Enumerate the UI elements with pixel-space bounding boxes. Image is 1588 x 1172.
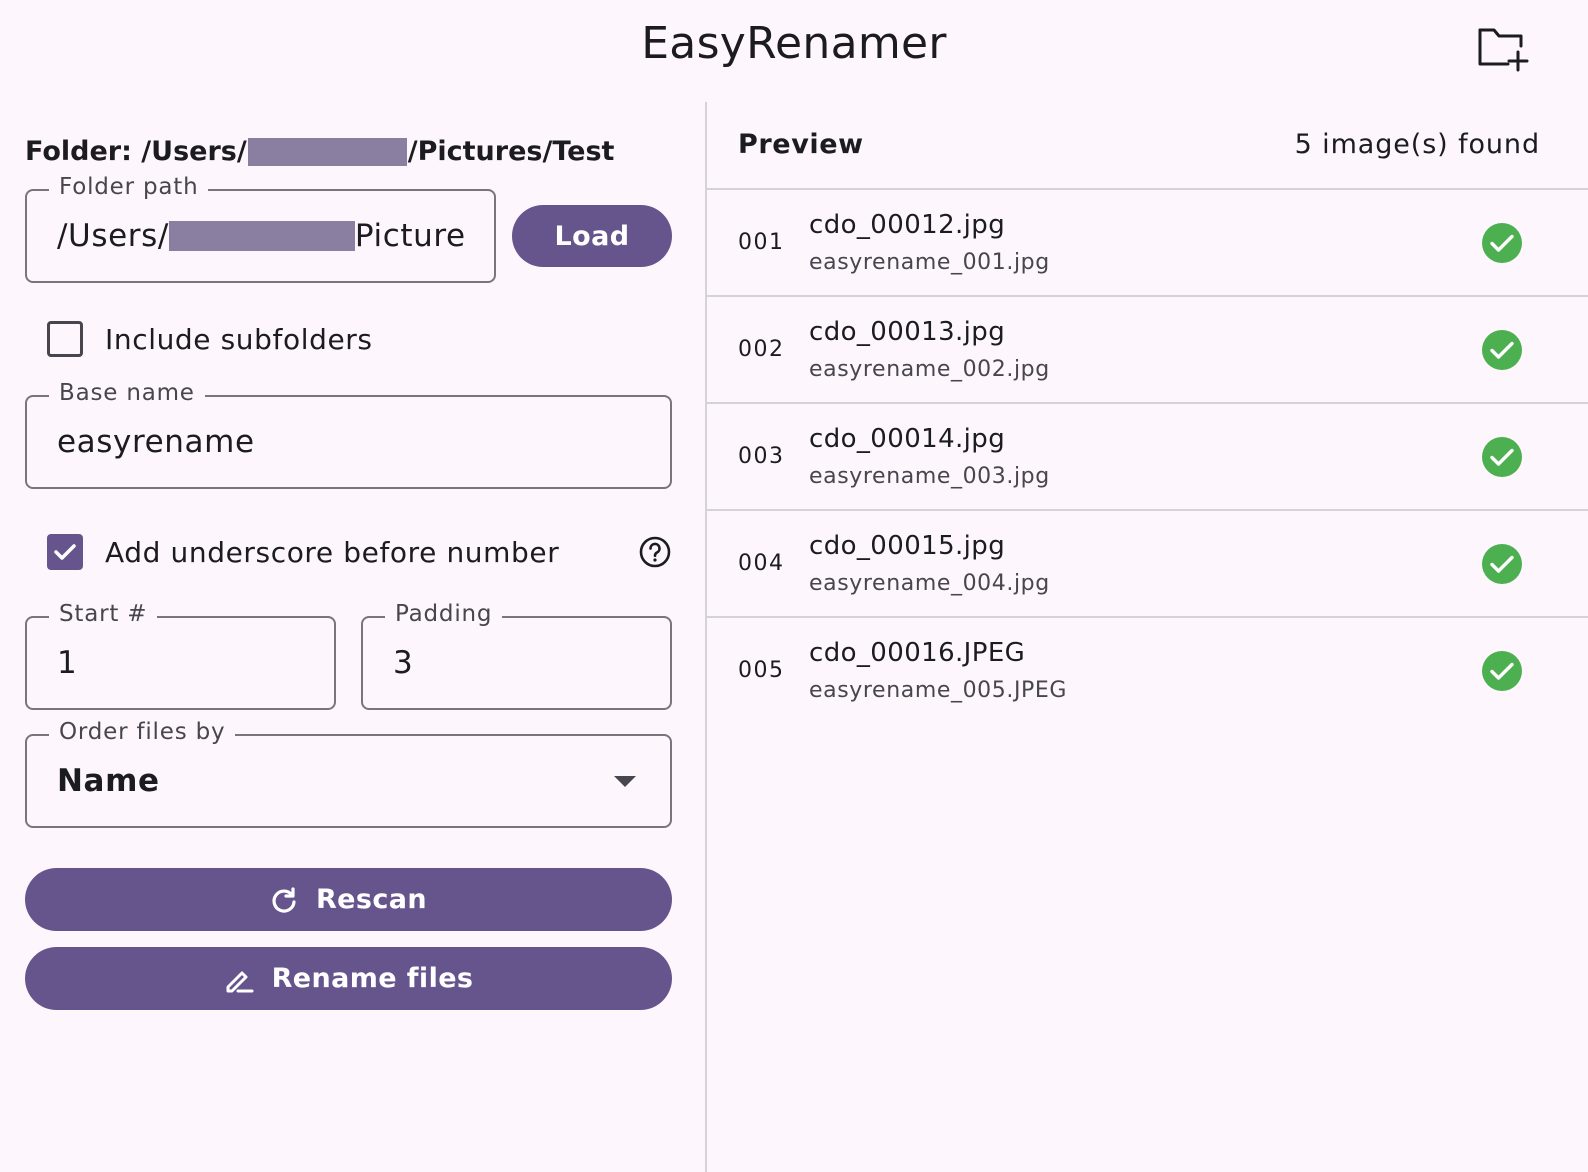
redacted-path (168, 221, 355, 251)
original-filename: cdo_00013.jpg (809, 317, 1006, 347)
original-filename: cdo_00014.jpg (809, 424, 1006, 454)
current-folder-label: Folder: /Users/ /Pictures/Test (25, 136, 614, 167)
new-filename: easyrename_002.jpg (809, 357, 1050, 382)
checkbox-unchecked[interactable] (47, 321, 83, 357)
order-by-dropdown[interactable]: Order files by Name (25, 719, 672, 828)
checkbox-checked[interactable] (47, 534, 83, 570)
order-by-value: Name (57, 763, 160, 799)
preview-row: 004 cdo_00015.jpg easyrename_004.jpg (707, 511, 1588, 618)
folder-path-prefix: /Users/ (57, 218, 169, 254)
check-circle-icon (1482, 330, 1522, 370)
start-number-input[interactable]: 1 (57, 618, 77, 708)
row-index: 001 (738, 230, 785, 255)
include-subfolders-label: Include subfolders (105, 322, 373, 356)
rescan-button[interactable]: Rescan (25, 868, 672, 931)
underscore-checkbox[interactable]: Add underscore before number (47, 534, 559, 570)
row-index: 002 (738, 337, 785, 362)
check-circle-icon (1482, 544, 1522, 584)
folder-path-field[interactable]: Folder path /Users/Picture (25, 174, 497, 283)
padding-field[interactable]: Padding 3 (361, 601, 672, 710)
original-filename: cdo_00012.jpg (809, 210, 1006, 240)
row-index: 004 (738, 551, 785, 576)
load-button-label: Load (554, 220, 630, 252)
app-bar: EasyRenamer (0, 0, 1588, 100)
preview-header: Preview 5 image(s) found (707, 102, 1588, 190)
chevron-down-icon (614, 776, 636, 787)
folder-label-prefix: Folder: /Users/ (25, 136, 247, 167)
preview-row: 001 cdo_00012.jpg easyrename_001.jpg (707, 190, 1588, 297)
base-name-input[interactable]: easyrename (57, 397, 255, 487)
rename-files-label: Rename files (271, 963, 474, 994)
start-number-field[interactable]: Start # 1 (25, 601, 336, 710)
new-filename: easyrename_003.jpg (809, 464, 1050, 489)
check-circle-icon (1482, 651, 1522, 691)
rescan-label: Rescan (315, 884, 428, 915)
preview-row: 003 cdo_00014.jpg easyrename_003.jpg (707, 404, 1588, 511)
preview-title: Preview (738, 129, 864, 160)
refresh-icon (272, 886, 296, 913)
app-title: EasyRenamer (641, 18, 947, 69)
check-circle-icon (1482, 437, 1522, 477)
edit-icon (226, 971, 254, 992)
help-icon[interactable] (638, 535, 672, 569)
include-subfolders-checkbox[interactable]: Include subfolders (47, 321, 373, 357)
original-filename: cdo_00016.JPEG (809, 638, 1026, 668)
original-filename: cdo_00015.jpg (809, 531, 1006, 561)
preview-row: 005 cdo_00016.JPEG easyrename_005.JPEG (707, 618, 1588, 725)
row-index: 005 (738, 658, 785, 683)
folder-label-suffix: /Pictures/Test (407, 136, 615, 167)
folder-path-input[interactable]: /Users/Picture (57, 191, 497, 281)
image-count: 5 image(s) found (1294, 129, 1540, 160)
new-filename: easyrename_001.jpg (809, 250, 1050, 275)
underscore-label: Add underscore before number (105, 535, 560, 569)
check-circle-icon (1482, 223, 1522, 263)
row-index: 003 (738, 444, 785, 469)
new-filename: easyrename_005.JPEG (809, 678, 1068, 703)
preview-row: 002 cdo_00013.jpg easyrename_002.jpg (707, 297, 1588, 404)
folder-path-suffix: Picture (354, 218, 466, 254)
redacted-username (247, 137, 407, 166)
padding-input[interactable]: 3 (393, 618, 413, 708)
folder-add-icon[interactable] (1476, 20, 1530, 74)
load-button[interactable]: Load (512, 205, 672, 267)
new-filename: easyrename_004.jpg (809, 571, 1050, 596)
base-name-field[interactable]: Base name easyrename (25, 380, 672, 489)
rename-files-button[interactable]: Rename files (25, 947, 672, 1010)
